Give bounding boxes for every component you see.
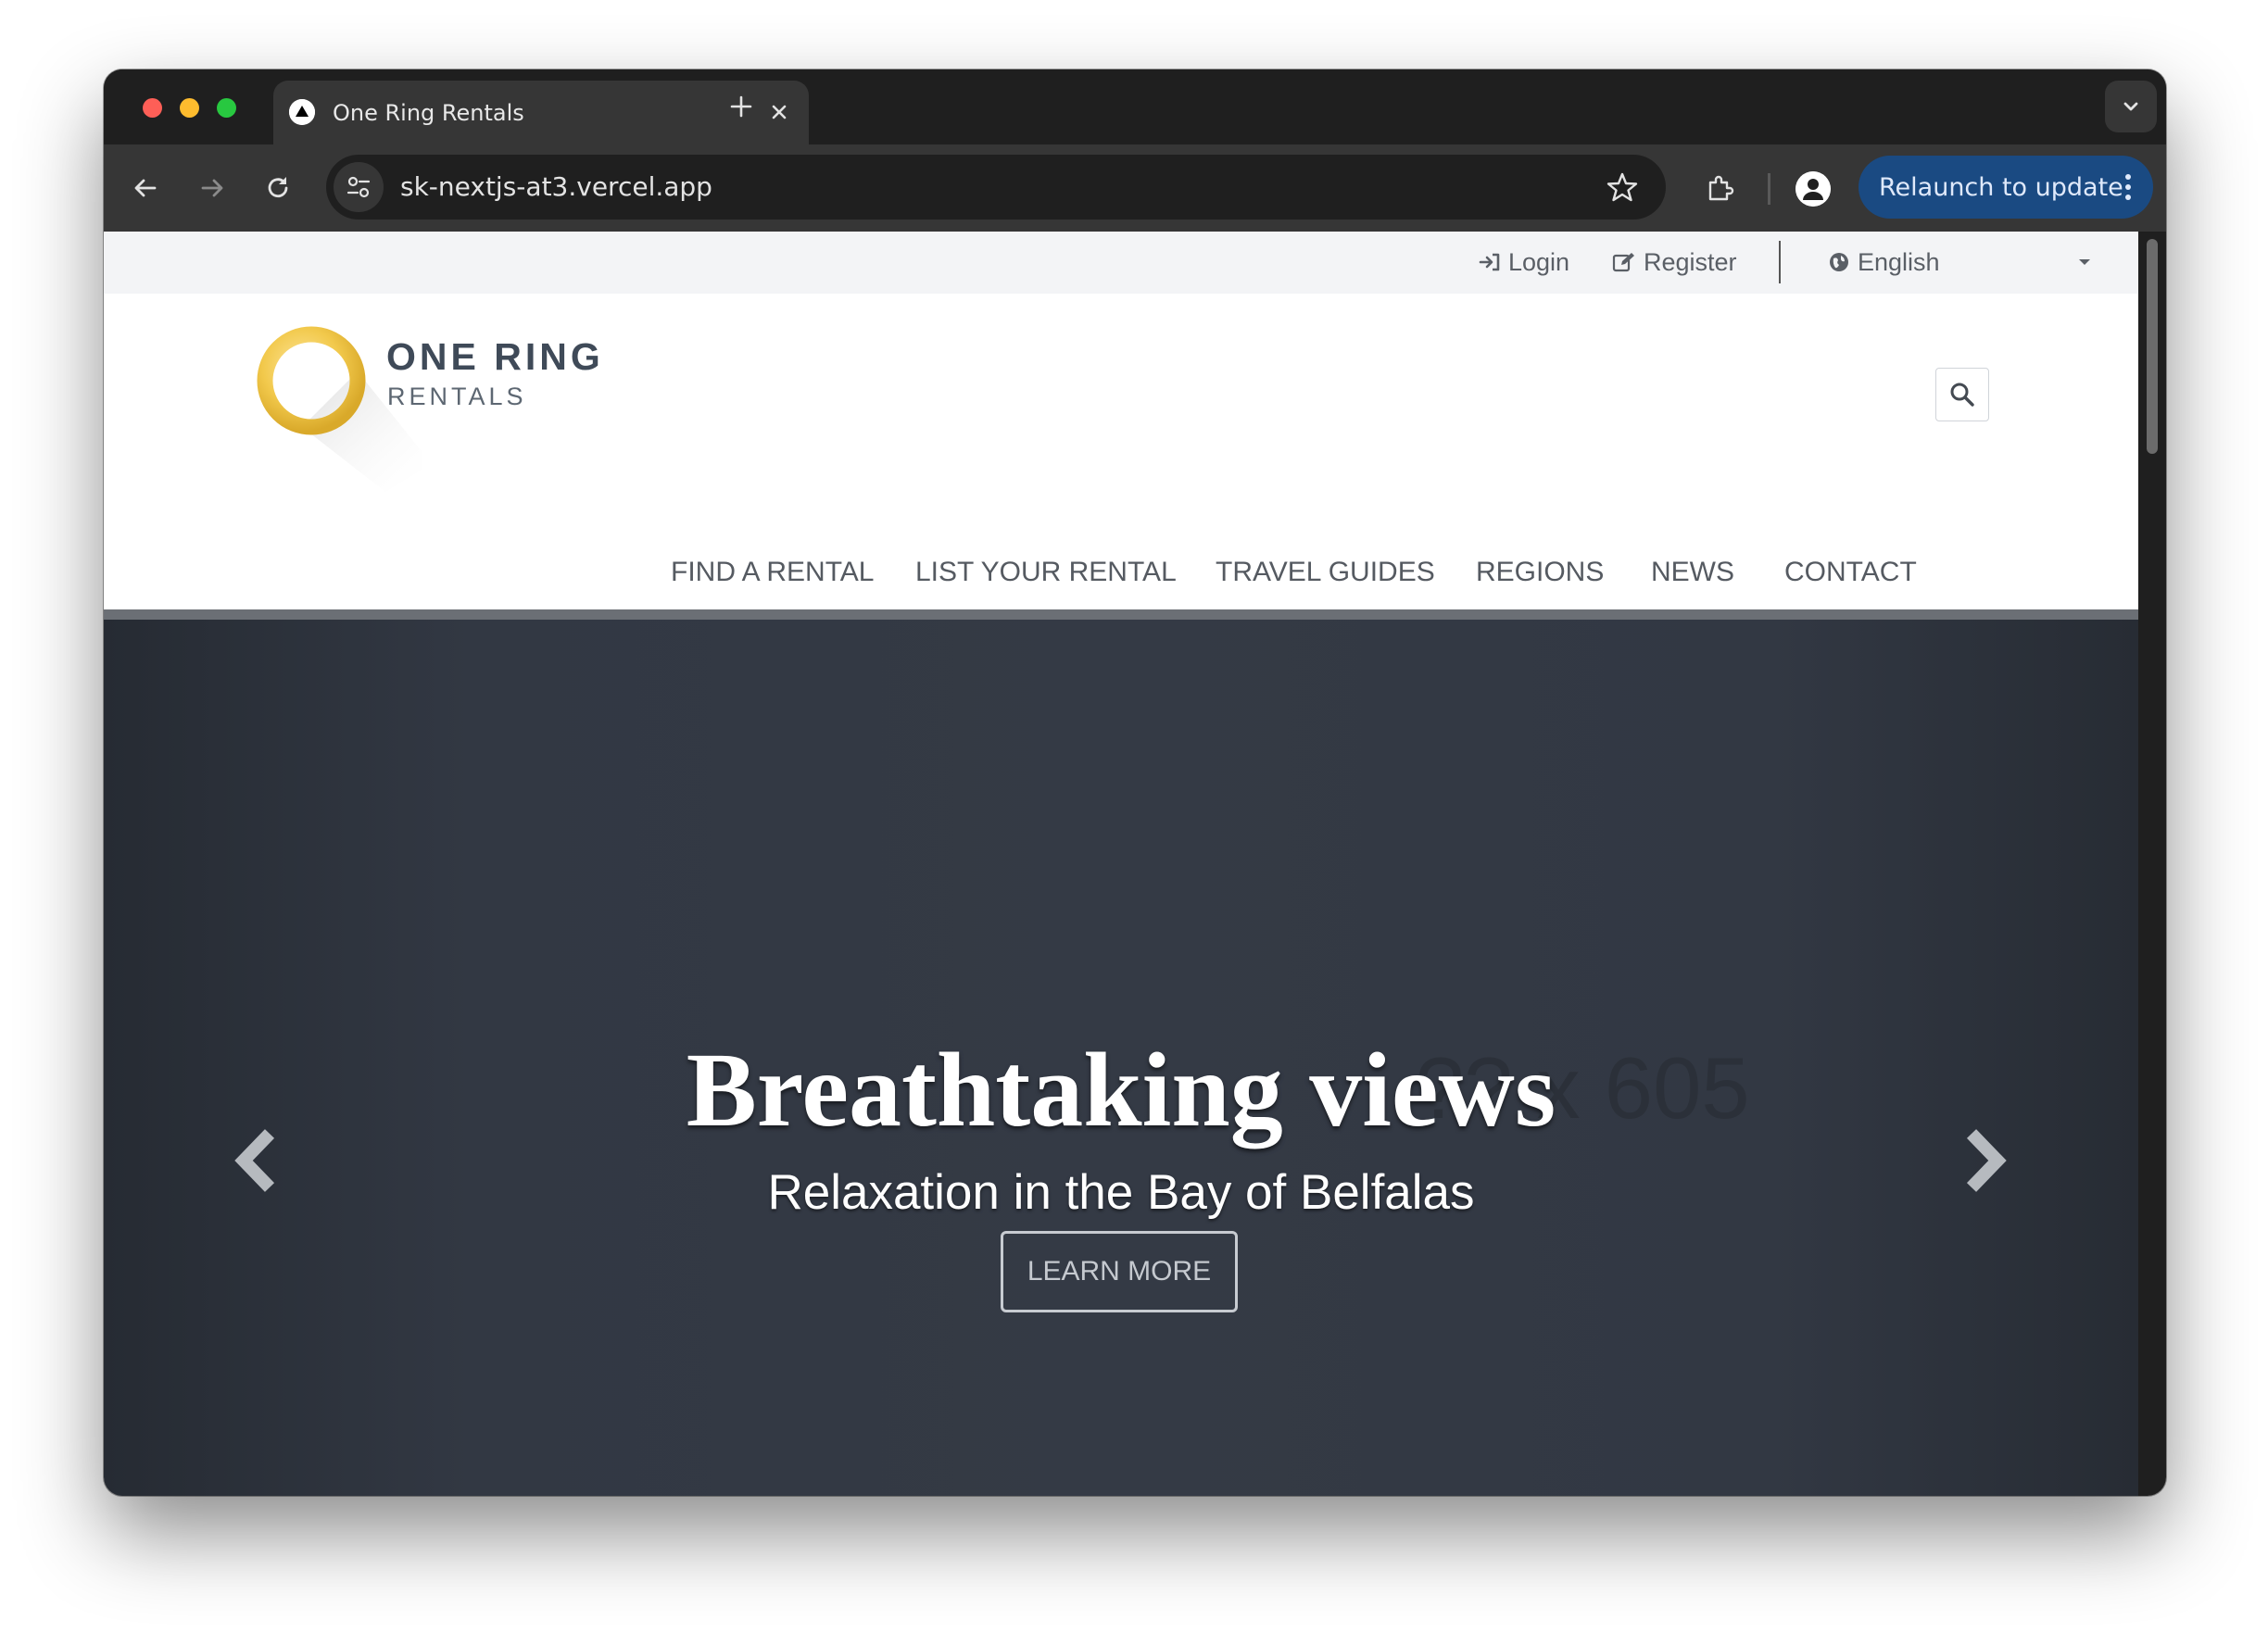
bookmark-star-icon[interactable] bbox=[1605, 169, 1640, 205]
logo-subtitle: RENTALS bbox=[387, 383, 527, 410]
back-arrow-icon[interactable] bbox=[127, 169, 164, 207]
learn-more-button[interactable]: LEARN MORE bbox=[1001, 1231, 1238, 1312]
nav-list-your-rental[interactable]: LIST YOUR RENTAL bbox=[915, 556, 1177, 589]
topbar-divider bbox=[1779, 241, 1781, 283]
language-caret-icon[interactable] bbox=[2077, 255, 2099, 270]
language-label: English bbox=[1858, 248, 1940, 276]
profile-avatar-icon[interactable] bbox=[1796, 171, 1831, 207]
register-link[interactable]: Register bbox=[1612, 247, 1737, 277]
hero-subtitle: Relaxation in the Bay of Belfalas bbox=[767, 1165, 1475, 1220]
register-label: Register bbox=[1644, 248, 1737, 276]
new-tab-plus-icon[interactable] bbox=[724, 90, 758, 123]
login-link[interactable]: Login bbox=[1479, 247, 1569, 277]
close-tab-icon[interactable] bbox=[766, 99, 792, 125]
site-header: ONE RING RENTALS FIND A RENTAL LIST YOUR… bbox=[104, 294, 2138, 609]
nav-regions[interactable]: REGIONS bbox=[1476, 556, 1604, 589]
hero-top-rule bbox=[104, 609, 2138, 620]
nav-contact[interactable]: CONTACT bbox=[1784, 556, 1917, 589]
forward-arrow-icon[interactable] bbox=[194, 169, 231, 207]
tab-title: One Ring Rentals bbox=[333, 100, 524, 126]
nav-find-a-rental[interactable]: FIND A RENTAL bbox=[671, 556, 875, 589]
site-search-button[interactable] bbox=[1935, 368, 1989, 421]
relaunch-label: Relaunch to update bbox=[1879, 173, 2123, 202]
site-topbar: Login Register English bbox=[104, 232, 2138, 294]
reload-icon[interactable] bbox=[259, 169, 296, 207]
toolbar-divider bbox=[1768, 173, 1770, 205]
hero-title: Breathtaking views bbox=[686, 1031, 1556, 1149]
page-scrollbar[interactable] bbox=[2138, 232, 2166, 1496]
maximize-window-button[interactable] bbox=[217, 98, 236, 118]
tab-search-chevron-icon[interactable] bbox=[2105, 81, 2157, 132]
url-text: sk-nextjs-at3.vercel.app bbox=[400, 171, 712, 202]
globe-icon bbox=[1830, 253, 1848, 271]
nav-travel-guides[interactable]: TRAVEL GUIDES bbox=[1216, 556, 1435, 589]
site-settings-tune-icon[interactable] bbox=[334, 162, 384, 212]
nav-news[interactable]: NEWS bbox=[1651, 556, 1734, 589]
one-ring-logo[interactable] bbox=[246, 316, 432, 492]
login-label: Login bbox=[1508, 248, 1570, 276]
hero-carousel: ?? x 605 Breathtaking views Relaxation i… bbox=[104, 620, 2138, 1496]
logo-title: ONE RING bbox=[386, 335, 604, 378]
minimize-window-button[interactable] bbox=[180, 98, 199, 118]
extensions-puzzle-icon[interactable] bbox=[1701, 169, 1738, 207]
page-viewport: Login Register English ONE RING RENTALS … bbox=[104, 232, 2166, 1496]
edit-icon bbox=[1612, 253, 1634, 272]
relaunch-to-update-button[interactable]: Relaunch to update bbox=[1858, 156, 2153, 219]
close-window-button[interactable] bbox=[143, 98, 162, 118]
sign-in-icon bbox=[1479, 253, 1500, 271]
search-icon bbox=[1950, 383, 1974, 407]
language-selector[interactable]: English bbox=[1828, 247, 1940, 277]
address-bar[interactable]: sk-nextjs-at3.vercel.app bbox=[326, 155, 1666, 220]
tab-strip: One Ring Rentals bbox=[104, 69, 2166, 144]
vercel-favicon-icon bbox=[289, 99, 315, 125]
scrollbar-thumb[interactable] bbox=[2147, 239, 2158, 454]
browser-toolbar: sk-nextjs-at3.vercel.app Relaunch to upd… bbox=[104, 144, 2166, 232]
browser-window: One Ring Rentals sk-nextjs-at3.vercel.ap bbox=[104, 69, 2166, 1496]
more-vert-icon[interactable] bbox=[2123, 171, 2133, 203]
